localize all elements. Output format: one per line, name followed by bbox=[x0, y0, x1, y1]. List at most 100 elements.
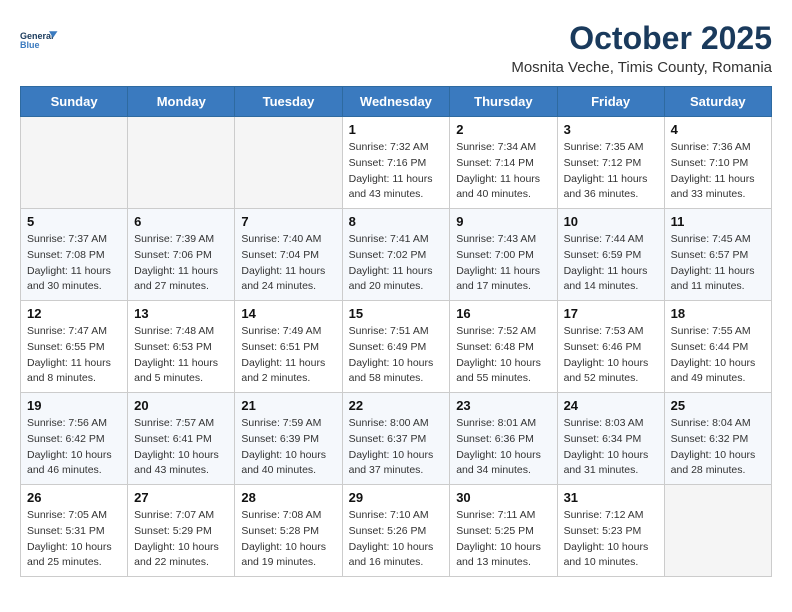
calendar-cell: 12Sunrise: 7:47 AM Sunset: 6:55 PM Dayli… bbox=[21, 301, 128, 393]
weekday-header-thursday: Thursday bbox=[450, 87, 557, 117]
calendar-cell: 15Sunrise: 7:51 AM Sunset: 6:49 PM Dayli… bbox=[342, 301, 450, 393]
day-info: Sunrise: 7:41 AM Sunset: 7:02 PM Dayligh… bbox=[349, 232, 444, 295]
day-info: Sunrise: 8:03 AM Sunset: 6:34 PM Dayligh… bbox=[564, 416, 658, 479]
day-number: 8 bbox=[349, 214, 444, 229]
page-header: GeneralBlue General Blue October 2025 Mo… bbox=[20, 20, 772, 76]
day-number: 23 bbox=[456, 398, 550, 413]
calendar-cell: 26Sunrise: 7:05 AM Sunset: 5:31 PM Dayli… bbox=[21, 485, 128, 577]
day-info: Sunrise: 7:56 AM Sunset: 6:42 PM Dayligh… bbox=[27, 416, 121, 479]
calendar-cell: 19 Sunrise: 7:56 AM Sunset: 6:42 PM Dayli… bbox=[21, 393, 128, 485]
weekday-header-sunday: Sunday bbox=[21, 87, 128, 117]
day-info: Sunrise: 7:55 AM Sunset: 6:44 PM Dayligh… bbox=[671, 324, 765, 387]
calendar-header-row: SundayMondayTuesdayWednesdayThursdayFrid… bbox=[21, 87, 772, 117]
weekday-header-monday: Monday bbox=[128, 87, 235, 117]
calendar-cell: 28 Sunrise: 7:08 AM Sunset: 5:28 PM Dayli… bbox=[235, 485, 342, 577]
calendar-cell: 9 Sunrise: 7:43 AM Sunset: 7:00 PM Daylig… bbox=[450, 209, 557, 301]
logo: GeneralBlue General Blue bbox=[20, 20, 64, 60]
day-info: Sunrise: 7:39 AM Sunset: 7:06 PM Dayligh… bbox=[134, 232, 228, 295]
calendar-cell: 21Sunrise: 7:59 AM Sunset: 6:39 PM Dayli… bbox=[235, 393, 342, 485]
calendar-cell: 10Sunrise: 7:44 AM Sunset: 6:59 PM Dayli… bbox=[557, 209, 664, 301]
calendar-week-3: 12Sunrise: 7:47 AM Sunset: 6:55 PM Dayli… bbox=[21, 301, 772, 393]
calendar-cell: 30 Sunrise: 7:11 AM Sunset: 5:25 PM Dayli… bbox=[450, 485, 557, 577]
day-number: 5 bbox=[27, 214, 121, 229]
day-info: Sunrise: 7:11 AM Sunset: 5:25 PM Dayligh… bbox=[456, 508, 550, 571]
calendar-cell: 7Sunrise: 7:40 AM Sunset: 7:04 PM Daylig… bbox=[235, 209, 342, 301]
day-number: 27 bbox=[134, 490, 228, 505]
calendar-cell bbox=[235, 117, 342, 209]
calendar-cell: 14 Sunrise: 7:49 AM Sunset: 6:51 PM Dayli… bbox=[235, 301, 342, 393]
day-number: 25 bbox=[671, 398, 765, 413]
calendar-table: SundayMondayTuesdayWednesdayThursdayFrid… bbox=[20, 86, 772, 577]
day-number: 10 bbox=[564, 214, 658, 229]
day-number: 3 bbox=[564, 122, 658, 137]
title-section: October 2025 Mosnita Veche, Timis County… bbox=[511, 20, 772, 76]
location-subtitle: Mosnita Veche, Timis County, Romania bbox=[511, 59, 772, 76]
weekday-header-saturday: Saturday bbox=[664, 87, 771, 117]
day-info: Sunrise: 7:35 AM Sunset: 7:12 PM Dayligh… bbox=[564, 140, 658, 203]
calendar-cell: 8 Sunrise: 7:41 AM Sunset: 7:02 PM Daylig… bbox=[342, 209, 450, 301]
day-number: 31 bbox=[564, 490, 658, 505]
calendar-cell: 3 Sunrise: 7:35 AM Sunset: 7:12 PM Daylig… bbox=[557, 117, 664, 209]
day-info: Sunrise: 7:05 AM Sunset: 5:31 PM Dayligh… bbox=[27, 508, 121, 571]
day-number: 12 bbox=[27, 306, 121, 321]
day-info: Sunrise: 7:53 AM Sunset: 6:46 PM Dayligh… bbox=[564, 324, 658, 387]
calendar-week-4: 19 Sunrise: 7:56 AM Sunset: 6:42 PM Dayli… bbox=[21, 393, 772, 485]
day-info: Sunrise: 7:08 AM Sunset: 5:28 PM Dayligh… bbox=[241, 508, 335, 571]
day-number: 2 bbox=[456, 122, 550, 137]
month-title: October 2025 bbox=[511, 20, 772, 57]
calendar-cell bbox=[128, 117, 235, 209]
calendar-week-2: 5 Sunrise: 7:37 AM Sunset: 7:08 PM Daylig… bbox=[21, 209, 772, 301]
day-number: 24 bbox=[564, 398, 658, 413]
weekday-header-friday: Friday bbox=[557, 87, 664, 117]
svg-text:General: General bbox=[20, 31, 54, 41]
day-info: Sunrise: 8:01 AM Sunset: 6:36 PM Dayligh… bbox=[456, 416, 550, 479]
day-number: 28 bbox=[241, 490, 335, 505]
calendar-cell: 13Sunrise: 7:48 AM Sunset: 6:53 PM Dayli… bbox=[128, 301, 235, 393]
weekday-header-wednesday: Wednesday bbox=[342, 87, 450, 117]
day-info: Sunrise: 7:49 AM Sunset: 6:51 PM Dayligh… bbox=[241, 324, 335, 387]
calendar-cell: 5 Sunrise: 7:37 AM Sunset: 7:08 PM Daylig… bbox=[21, 209, 128, 301]
calendar-cell bbox=[21, 117, 128, 209]
day-info: Sunrise: 7:40 AM Sunset: 7:04 PM Dayligh… bbox=[241, 232, 335, 295]
svg-text:Blue: Blue bbox=[20, 40, 40, 50]
day-number: 9 bbox=[456, 214, 550, 229]
day-info: Sunrise: 7:12 AM Sunset: 5:23 PM Dayligh… bbox=[564, 508, 658, 571]
calendar-cell: 16Sunrise: 7:52 AM Sunset: 6:48 PM Dayli… bbox=[450, 301, 557, 393]
day-info: Sunrise: 7:07 AM Sunset: 5:29 PM Dayligh… bbox=[134, 508, 228, 571]
day-number: 17 bbox=[564, 306, 658, 321]
calendar-cell: 24 Sunrise: 8:03 AM Sunset: 6:34 PM Dayli… bbox=[557, 393, 664, 485]
day-number: 14 bbox=[241, 306, 335, 321]
day-info: Sunrise: 7:48 AM Sunset: 6:53 PM Dayligh… bbox=[134, 324, 228, 387]
day-info: Sunrise: 8:00 AM Sunset: 6:37 PM Dayligh… bbox=[349, 416, 444, 479]
day-info: Sunrise: 7:43 AM Sunset: 7:00 PM Dayligh… bbox=[456, 232, 550, 295]
calendar-cell: 17 Sunrise: 7:53 AM Sunset: 6:46 PM Dayli… bbox=[557, 301, 664, 393]
day-number: 6 bbox=[134, 214, 228, 229]
calendar-cell: 25 Sunrise: 8:04 AM Sunset: 6:32 PM Dayli… bbox=[664, 393, 771, 485]
calendar-cell: 2 Sunrise: 7:34 AM Sunset: 7:14 PM Daylig… bbox=[450, 117, 557, 209]
day-info: Sunrise: 7:36 AM Sunset: 7:10 PM Dayligh… bbox=[671, 140, 765, 203]
day-number: 1 bbox=[349, 122, 444, 137]
day-info: Sunrise: 8:04 AM Sunset: 6:32 PM Dayligh… bbox=[671, 416, 765, 479]
calendar-week-5: 26Sunrise: 7:05 AM Sunset: 5:31 PM Dayli… bbox=[21, 485, 772, 577]
day-info: Sunrise: 7:32 AM Sunset: 7:16 PM Dayligh… bbox=[349, 140, 444, 203]
day-number: 16 bbox=[456, 306, 550, 321]
weekday-header-tuesday: Tuesday bbox=[235, 87, 342, 117]
calendar-cell: 22Sunrise: 8:00 AM Sunset: 6:37 PM Dayli… bbox=[342, 393, 450, 485]
day-info: Sunrise: 7:57 AM Sunset: 6:41 PM Dayligh… bbox=[134, 416, 228, 479]
day-info: Sunrise: 7:51 AM Sunset: 6:49 PM Dayligh… bbox=[349, 324, 444, 387]
day-number: 30 bbox=[456, 490, 550, 505]
calendar-cell: 20 Sunrise: 7:57 AM Sunset: 6:41 PM Dayli… bbox=[128, 393, 235, 485]
day-number: 4 bbox=[671, 122, 765, 137]
day-number: 19 bbox=[27, 398, 121, 413]
calendar-cell: 29Sunrise: 7:10 AM Sunset: 5:26 PM Dayli… bbox=[342, 485, 450, 577]
day-number: 20 bbox=[134, 398, 228, 413]
day-info: Sunrise: 7:37 AM Sunset: 7:08 PM Dayligh… bbox=[27, 232, 121, 295]
day-info: Sunrise: 7:34 AM Sunset: 7:14 PM Dayligh… bbox=[456, 140, 550, 203]
day-number: 29 bbox=[349, 490, 444, 505]
calendar-week-1: 1 Sunrise: 7:32 AM Sunset: 7:16 PM Daylig… bbox=[21, 117, 772, 209]
day-number: 21 bbox=[241, 398, 335, 413]
day-info: Sunrise: 7:45 AM Sunset: 6:57 PM Dayligh… bbox=[671, 232, 765, 295]
calendar-cell: 18Sunrise: 7:55 AM Sunset: 6:44 PM Dayli… bbox=[664, 301, 771, 393]
day-number: 11 bbox=[671, 214, 765, 229]
calendar-cell: 27 Sunrise: 7:07 AM Sunset: 5:29 PM Dayli… bbox=[128, 485, 235, 577]
